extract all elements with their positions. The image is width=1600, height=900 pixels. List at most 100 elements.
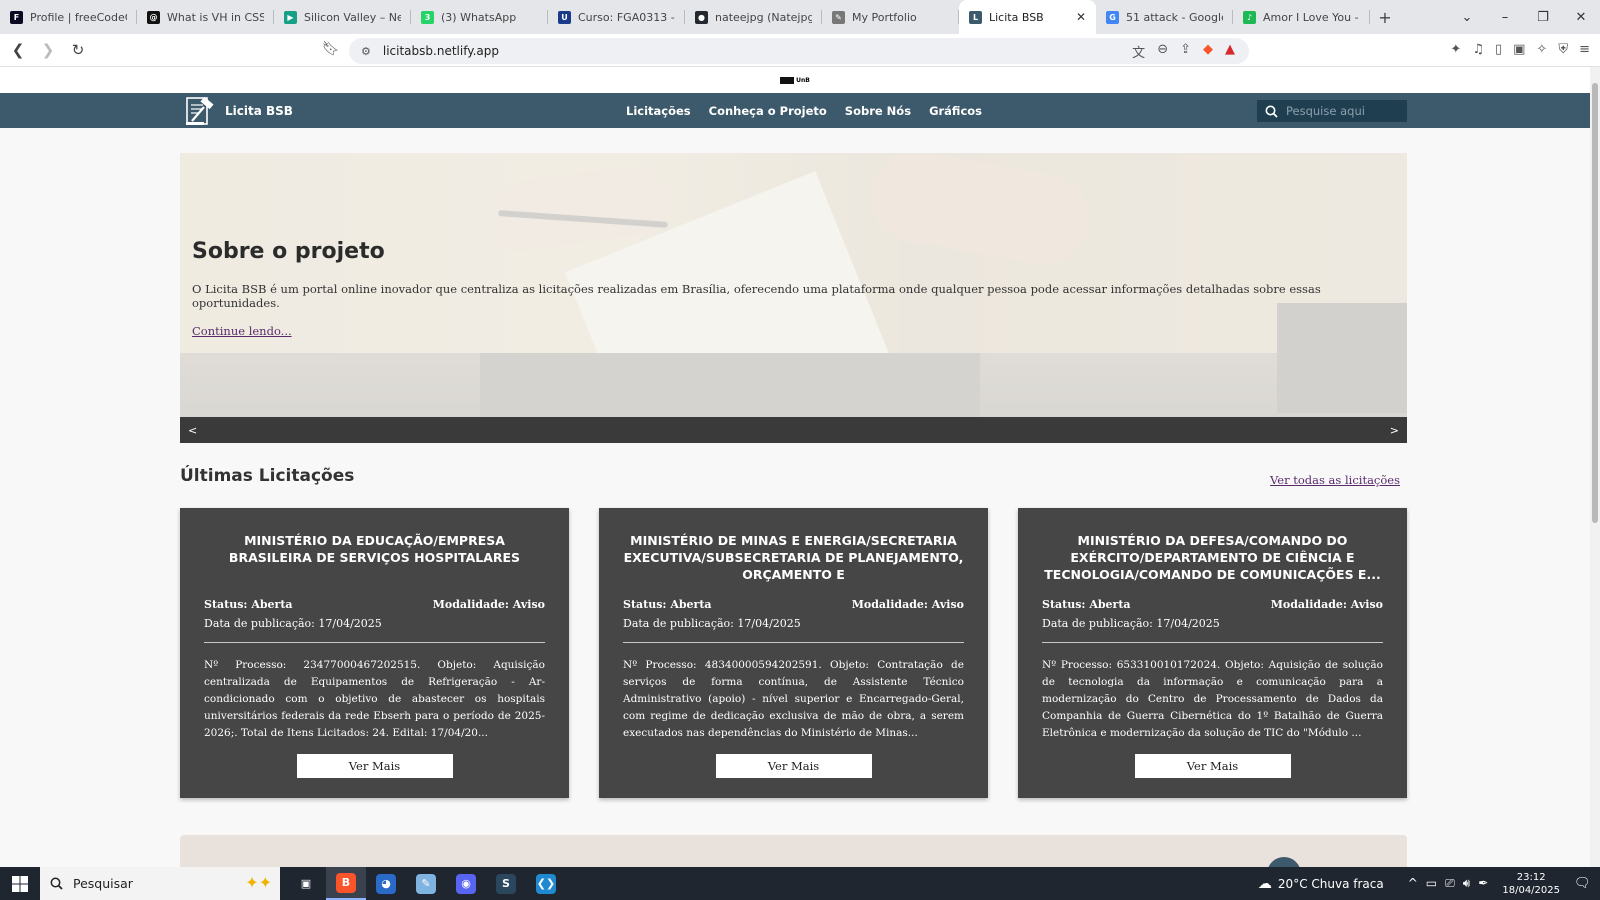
hero-carousel: Sobre o projeto O Licita BSB é um portal… [180,153,1407,443]
tab-title: Silicon Valley – Netmo [304,10,401,24]
licitacao-card: MINISTÉRIO DE MINAS E ENERGIA/SECRETARIA… [599,508,988,798]
brand-name: Licita BSB [225,104,293,118]
brave-app-icon[interactable]: B [326,867,366,900]
share-icon[interactable]: ⇪ [1180,42,1191,61]
address-bar[interactable]: ⚙ licitabsb.netlify.app 文 ⊖ ⇪ ◆ ▲ [349,38,1249,64]
bookmark-icon[interactable]: 🔖︎ [322,41,340,57]
continue-reading-link[interactable]: Continue lendo... [192,324,292,338]
taskbar-apps: ▣ B ◕ ✎ ◉ S ❮❯ [286,867,566,900]
brave-rewards-icon[interactable]: ▲ [1225,42,1235,61]
new-tab-button[interactable]: + [1370,0,1400,34]
forward-button[interactable]: ❯ [36,38,60,62]
search-icon[interactable] [1265,105,1278,118]
discord-app-icon[interactable]: ◉ [446,867,486,900]
nav-conheca-projeto[interactable]: Conheça o Projeto [709,104,827,118]
view-all-link[interactable]: Ver todas as licitações [1270,473,1400,487]
browser-tab[interactable]: 3 (3) WhatsApp [411,0,548,34]
tab-title: Licita BSB [989,10,1044,24]
leo-ai-icon[interactable]: ✧ [1536,42,1547,57]
task-view-button[interactable]: ▣ [286,867,326,900]
brand[interactable]: Licita BSB [184,95,293,127]
next-section-panel [180,835,1407,867]
close-window-button[interactable]: ✕ [1562,0,1600,34]
card-divider [623,642,964,643]
browser-tab-strip: F Profile | freeCodeCamp @ What is VH in CS… [0,0,1600,34]
restore-button[interactable]: ❐ [1524,0,1562,34]
search-input[interactable] [1286,104,1396,118]
translate-icon[interactable]: 文 [1132,42,1145,61]
tab-search-icon[interactable]: ⌄ [1448,0,1486,34]
clock-date: 18/04/2025 [1502,884,1560,896]
tab-title: nateejpg (Natejpg) [715,10,812,24]
penguin-app-icon[interactable]: ◕ [366,867,406,900]
network-icon[interactable]: ⎚ [1445,876,1455,891]
weather-text: 20°C Chuva fraca [1277,876,1384,891]
hero-title: Sobre o projeto [192,239,385,264]
minimize-button[interactable]: – [1486,0,1524,34]
window-controls: ⌄ – ❐ ✕ [1448,0,1600,34]
browser-tab[interactable]: F Profile | freeCodeCamp [0,0,137,34]
taskbar-search[interactable]: Pesquisar ✦✦ [40,867,280,900]
menu-icon[interactable]: ≡ [1579,42,1590,57]
card-date: Data de publicação: 17/04/2025 [623,617,801,630]
unb-icon: U [558,10,571,24]
carousel-prev-button[interactable]: < [188,424,197,437]
sidebar-icon[interactable]: ▯ [1495,42,1502,57]
browser-tab[interactable]: @ What is VH in CSS [137,0,274,34]
notes-app-icon[interactable]: ✎ [406,867,446,900]
card-title: MINISTÉRIO DA DEFESA/COMANDO DO EXÉRCITO… [1044,533,1381,582]
scrollbar-thumb[interactable] [1592,83,1598,523]
volume-icon[interactable]: 🔊︎ [1463,876,1471,891]
unb-bar: UnB [0,67,1590,93]
vscode-app-icon[interactable]: ❮❯ [526,867,566,900]
browser-tab[interactable]: ● nateejpg (Natejpg) [685,0,822,34]
carousel-controls: < > [180,417,1407,443]
wallet-icon[interactable]: ▣ [1513,42,1525,57]
card-modalidade: Modalidade: Aviso [1270,598,1383,611]
reload-button[interactable]: ↻ [66,38,90,62]
site-info-icon[interactable]: ⚙ [361,45,371,58]
chevron-up-icon[interactable]: ^ [1408,876,1418,891]
card-date: Data de publicação: 17/04/2025 [1042,617,1220,630]
card-date: Data de publicação: 17/04/2025 [204,617,382,630]
page-scrollbar[interactable] [1590,67,1600,867]
panel-decoration [1267,857,1301,867]
tab-title: My Portfolio [852,10,917,24]
notifications-icon[interactable]: 🗨︎ [1574,876,1600,891]
card-divider [204,642,545,643]
browser-tab[interactable]: G 51 attack - Google Se [1096,0,1233,34]
vpn-icon[interactable]: ⛨ [1558,42,1568,57]
clock[interactable]: 23:12 18/04/2025 [1502,871,1560,897]
close-tab-icon[interactable]: ✕ [1076,10,1086,24]
steam-app-icon[interactable]: S [486,867,526,900]
browser-tab[interactable]: ▶ Silicon Valley – Netmo [274,0,411,34]
weather-widget[interactable]: ☁ 20°C Chuva fraca [1258,876,1384,892]
nav-graficos[interactable]: Gráficos [929,104,982,118]
nav-licitacoes[interactable]: Licitações [626,104,691,118]
card-meta: Status: Aberta Modalidade: Aviso Data de … [1042,598,1383,630]
start-button[interactable] [0,867,40,900]
clock-time: 23:12 [1516,871,1546,883]
carousel-next-button[interactable]: > [1390,424,1399,437]
browser-tab[interactable]: ✎ My Portfolio [822,0,959,34]
google-icon: G [1106,10,1119,24]
card-description: Nº Processo: 653310010172024. Objeto: Aq… [1042,659,1383,739]
back-button[interactable]: ❮ [6,38,30,62]
zoom-icon[interactable]: ⊖ [1157,42,1168,61]
system-tray: ☁ 20°C Chuva fraca ^ ▭ ⎚ 🔊︎ ✒ 23:12 18/0… [1258,867,1600,900]
card-title: MINISTÉRIO DA EDUCAÇÃO/EMPRESA BRASILEIR… [228,533,521,565]
browser-tab[interactable]: L Licita BSB ✕ [959,0,1096,34]
brave-shields-icon[interactable]: ◆ [1203,42,1213,61]
extensions-icon[interactable]: ✦ [1450,42,1461,57]
pen-icon[interactable]: ✒ [1478,876,1488,891]
ver-mais-button[interactable]: Ver Mais [1134,754,1291,778]
media-icon[interactable]: ♫ [1472,42,1484,57]
ver-mais-button[interactable]: Ver Mais [296,754,453,778]
whatsapp-icon: 3 [421,10,434,24]
ver-mais-button[interactable]: Ver Mais [715,754,872,778]
nav-sobre-nos[interactable]: Sobre Nós [845,104,911,118]
site-header: Licita BSB Licitações Conheça o Projeto … [0,93,1590,128]
browser-tab[interactable]: U Curso: FGA0313 - REQ [548,0,685,34]
monitor-icon[interactable]: ▭ [1426,876,1437,891]
browser-tab[interactable]: ♪ Amor I Love You - [1233,0,1370,34]
